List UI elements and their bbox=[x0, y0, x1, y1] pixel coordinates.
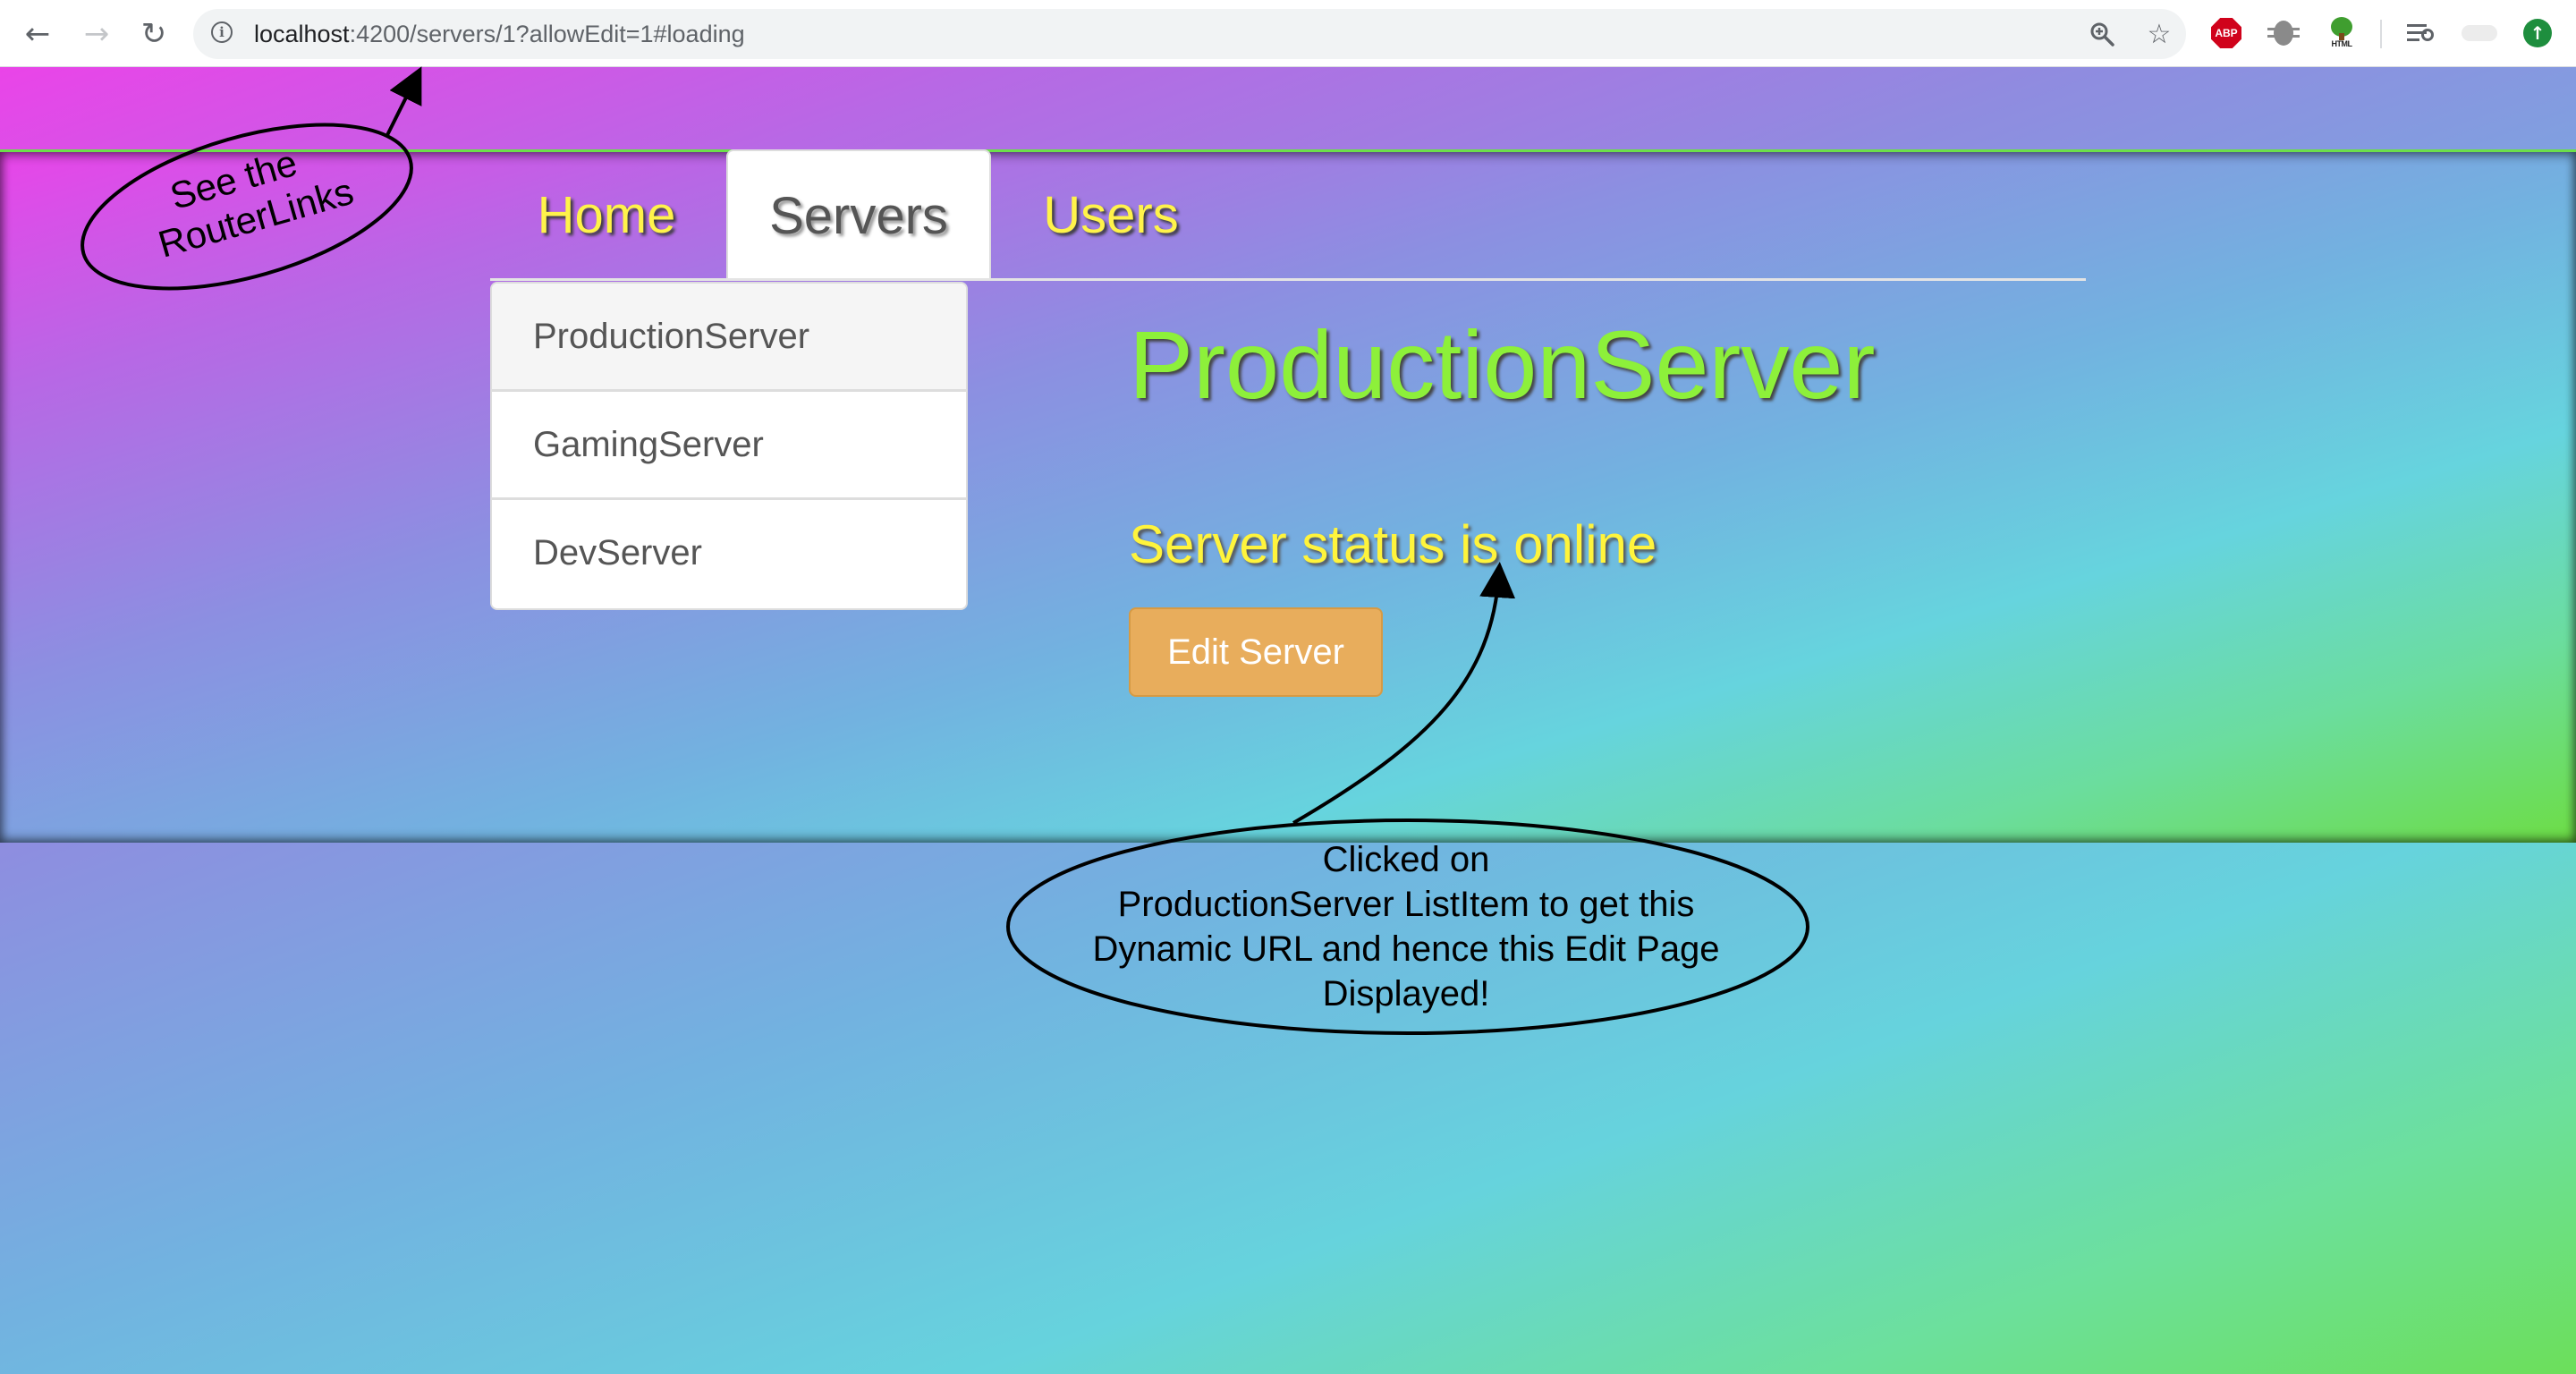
annotation-arrow-curve bbox=[1292, 562, 1516, 825]
annotation-clicked-note: Clicked on ProductionServer ListItem to … bbox=[1092, 840, 1720, 1014]
annotation-layer bbox=[80, 66, 1809, 1035]
annotation-arrow-up bbox=[385, 66, 422, 138]
